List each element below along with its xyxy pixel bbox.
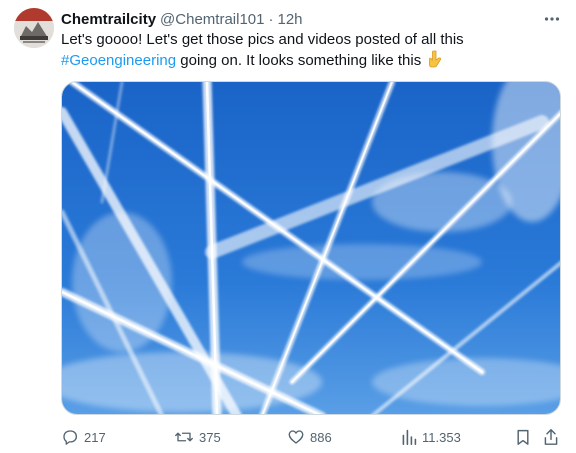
point-down-emoji [427, 50, 443, 74]
reply-icon [61, 428, 79, 446]
avatar[interactable] [14, 8, 54, 48]
timestamp[interactable]: 12h [277, 11, 302, 28]
share-button[interactable] [543, 427, 559, 447]
contrail-sky-image [62, 82, 560, 414]
repost-count: 375 [199, 429, 221, 445]
repost-button[interactable]: 375 [174, 427, 221, 447]
display-name[interactable]: Chemtrailcity [61, 11, 156, 28]
avatar-image [14, 8, 54, 48]
tweet-text-line1: Let's goooo! Let's get those pics and vi… [61, 31, 464, 48]
tweet[interactable]: Chemtrailcity @Chemtrail101 · 12h Let's … [0, 0, 576, 453]
tweet-text: Let's goooo! Let's get those pics and vi… [61, 30, 561, 74]
reply-button[interactable]: 217 [61, 427, 106, 447]
action-bar: 217 375 886 11.353 [61, 427, 561, 447]
tweet-text-line2: going on. It looks something like this [176, 52, 422, 69]
handle[interactable]: @Chemtrail101 [160, 11, 264, 28]
separator-dot: · [268, 10, 274, 28]
tweet-photo[interactable] [61, 81, 561, 415]
tweet-header: Chemtrailcity @Chemtrail101 · 12h [61, 9, 562, 29]
more-icon[interactable] [542, 9, 562, 29]
views-count: 11.353 [422, 429, 461, 445]
like-icon [287, 428, 305, 446]
bookmark-icon [515, 428, 531, 446]
views-icon [401, 428, 417, 446]
views-button[interactable]: 11.353 [401, 427, 461, 447]
reply-count: 217 [84, 429, 106, 445]
share-icon [543, 428, 559, 446]
like-button[interactable]: 886 [287, 427, 332, 447]
hashtag-link[interactable]: #Geoengineering [61, 52, 176, 69]
bookmark-button[interactable] [515, 427, 531, 447]
like-count: 886 [310, 429, 332, 445]
repost-icon [174, 428, 194, 446]
